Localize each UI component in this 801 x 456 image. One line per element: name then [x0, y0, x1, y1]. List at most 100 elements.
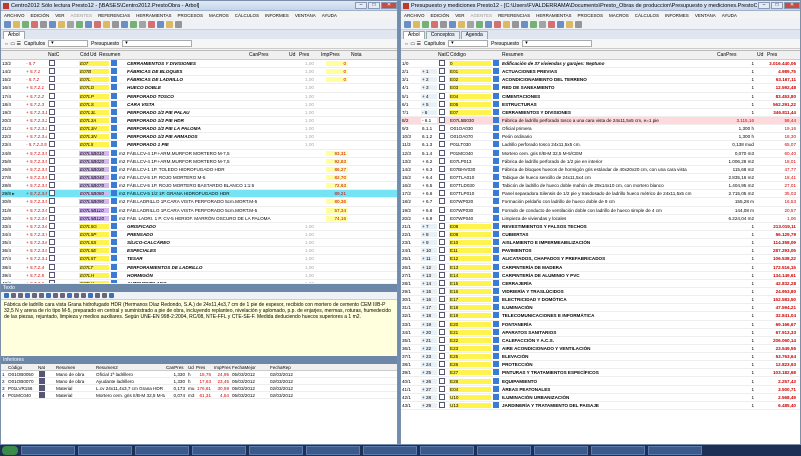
- column-header[interactable]: CanPres: [716, 52, 756, 58]
- toolbar-icon[interactable]: [530, 20, 537, 28]
- concept-summary[interactable]: PAVIMENTOS: [501, 248, 716, 253]
- table-row[interactable]: 10/3 6.1.2 O01OA070 Peón ordinario 1,300 h 18…: [401, 133, 800, 142]
- inferiores-ud[interactable]: h: [187, 372, 195, 377]
- concept-summary[interactable]: PERFORADO 1/2 PIE ARMADOS: [126, 134, 276, 139]
- menu-item[interactable]: HERRAMIENTAS: [133, 13, 174, 18]
- toolbar-icon[interactable]: [130, 20, 137, 28]
- canpres[interactable]: 0,070 m3: [716, 151, 756, 156]
- inferiores-row[interactable]: 4 P01MC040 Material Mortero cem. gris II/B-…: [1, 391, 397, 399]
- left-title-bar[interactable]: Centro2012 Sólo lectura Presto12 - [\BAS…: [1, 1, 397, 11]
- table-row[interactable]: 23/1 + 9 E10 AISLAMIENTO E IMPERMEABILIZACI…: [401, 239, 800, 248]
- canpres[interactable]: 1,00: [276, 224, 316, 229]
- column-header[interactable]: Pres: [766, 52, 798, 58]
- concept-summary[interactable]: AISLAMIENTO E IMPERMEABILIZACIÓN: [501, 240, 716, 245]
- concept-summary[interactable]: ÁREAS PEATONALES: [501, 387, 716, 392]
- canpres[interactable]: 1,00: [276, 142, 316, 147]
- minimize-button[interactable]: –: [758, 2, 770, 9]
- pres-value[interactable]: 134.149,61: [766, 273, 798, 278]
- canpres[interactable]: 1: [716, 297, 756, 302]
- concept-code[interactable]: E02: [449, 77, 491, 83]
- pres-value[interactable]: 2.257,43: [766, 379, 798, 384]
- concept-code[interactable]: U10: [449, 394, 491, 400]
- table-row[interactable]: 8/2 - 6.1 E07L5B030 Fábrica de ladrillo per…: [401, 116, 800, 126]
- column-header[interactable]: Nota: [350, 52, 370, 58]
- pres-value[interactable]: 106.538,22: [766, 256, 798, 261]
- table-row[interactable]: 32/8 + 5.7.2.3.5.9 E07L5B120 m2FÁB. LADRI. …: [1, 214, 397, 223]
- canpres[interactable]: 1,00: [276, 126, 316, 131]
- pres-value[interactable]: 27,01: [766, 183, 798, 188]
- concept-code[interactable]: E07B: [79, 69, 109, 75]
- inferiores-res[interactable]: Material: [55, 393, 95, 398]
- concept-summary[interactable]: PINTURAS Y TRATAMIENTOS ESPECÍFICOS: [501, 370, 716, 375]
- canpres[interactable]: 1: [716, 354, 756, 359]
- canpres[interactable]: 1: [716, 322, 756, 327]
- menu-item[interactable]: AGENTES: [68, 13, 96, 18]
- inferiores-f1[interactable]: 05/03/2012: [231, 386, 269, 391]
- concept-summary[interactable]: ACTUACIONES PREVIAS: [501, 69, 716, 74]
- pres-value[interactable]: 23.549,55: [766, 346, 798, 351]
- toolbar-icon[interactable]: [449, 20, 456, 28]
- concept-summary[interactable]: FÁBRICAS DE BLOQUES: [126, 69, 276, 74]
- menu-item[interactable]: ARCHIVO: [1, 13, 28, 18]
- toolbar-icon[interactable]: [121, 20, 128, 28]
- concept-summary[interactable]: GRISFICADO: [126, 224, 276, 229]
- column-header[interactable]: Ud: [756, 52, 766, 58]
- toolbar-icon[interactable]: [458, 20, 465, 28]
- inferiores-pres[interactable]: 176,81: [195, 386, 213, 391]
- table-row[interactable]: 29/8 ▸ + 5.7.2.3.5.6 E07L5B080 m2FÁB.LCV-5 …: [1, 190, 397, 199]
- table-row[interactable]: 13/2 + 6.2 E07LP013 Fábrica de ladrillo per…: [401, 157, 800, 166]
- concept-code[interactable]: E07L5P: [79, 232, 109, 238]
- canpres[interactable]: 1: [716, 313, 756, 318]
- taskbar-item[interactable]: [363, 446, 417, 455]
- toolbar-icon[interactable]: [512, 20, 519, 28]
- concept-summary[interactable]: Oficial primera: [501, 126, 716, 131]
- capitulos-select[interactable]: ▾: [48, 40, 89, 47]
- toolbar-icon[interactable]: [467, 20, 474, 28]
- pres-value[interactable]: 114.358,09: [766, 240, 798, 245]
- menu-item[interactable]: EDICIÓN: [428, 13, 453, 18]
- inferiores-f1[interactable]: 05/03/2012: [231, 372, 269, 377]
- taskbar-item[interactable]: [21, 446, 75, 455]
- toolbar-icon[interactable]: [148, 20, 155, 28]
- canpres[interactable]: 1,00: [276, 118, 316, 123]
- concept-code[interactable]: E07L5: [79, 142, 109, 148]
- concept-summary[interactable]: REVESTIMIENTOS Y FALSOS TECHOS: [501, 224, 716, 229]
- pres-value[interactable]: 103.182,68: [766, 370, 798, 375]
- inferiores-code[interactable]: O01OB0070: [7, 379, 37, 384]
- concept-summary[interactable]: HUECO DOBLE: [126, 85, 276, 90]
- concept-summary[interactable]: FÁB.LCV-4 1P.+ARM.MURFOR MORTERO M-7,5: [126, 151, 276, 156]
- table-row[interactable]: 7/1 - 6 E07 CERRAMIENTOS Y DIVISIONES 1 346.8…: [401, 108, 800, 117]
- pres-value[interactable]: 57,34: [326, 207, 348, 213]
- concept-summary[interactable]: ILUMINACIÓN URBANIZACIÓN: [501, 395, 716, 400]
- inferiores-res[interactable]: Mano de obra: [55, 379, 95, 384]
- table-row[interactable]: 24/1 + 10 E11 PAVIMENTOS 1 287.293,05: [401, 247, 800, 256]
- pres-value[interactable]: 0: [326, 77, 348, 83]
- canpres[interactable]: 0,138 mud: [716, 142, 756, 147]
- table-row[interactable]: 28/1 + 14 E15 CERRAJERÍA 1 42.832,28: [401, 279, 800, 288]
- text-format-icon[interactable]: [67, 293, 72, 298]
- table-row[interactable]: 23/4 - 5.7.2.3.5 E07L5 PERFORADO 1 PIE 1,00: [1, 141, 397, 150]
- canpres[interactable]: 1: [716, 102, 756, 107]
- concept-code[interactable]: E25: [449, 354, 491, 360]
- table-row[interactable]: 35/4 + 5.7.2.3.8 E07L5S SÍLICO-CALCÁREO 1,00: [1, 239, 397, 248]
- table-row[interactable]: 25/8 + 5.7.2.3.5.2 E07L5B020 m2FÁB.LCV-4 1P…: [1, 157, 397, 166]
- tab-conceptos[interactable]: Conceptos: [425, 31, 460, 39]
- concept-summary[interactable]: ESTRUCTURAS: [501, 102, 716, 107]
- concept-code[interactable]: E07L5B020: [79, 158, 109, 164]
- inferiores-ud[interactable]: mu: [187, 386, 195, 391]
- inferiores-ud[interactable]: m3: [187, 393, 195, 398]
- table-row[interactable]: 29/1 + 15 E16 VIDRIERÍA Y TRASLÚCIDOS 1 24.95…: [401, 288, 800, 297]
- concept-code[interactable]: E07L3N: [79, 134, 109, 140]
- toolbar-icon[interactable]: [476, 20, 483, 28]
- pres-value[interactable]: 82,70: [326, 175, 348, 181]
- table-row[interactable]: 30/8 + 5.7.2.3.5.7 E07L5B090 m2FÁB.LADRILLO…: [1, 198, 397, 207]
- presupuesto-select[interactable]: ▾: [122, 40, 193, 47]
- concept-code[interactable]: E07LP013: [449, 159, 491, 164]
- concept-code[interactable]: P01MC040: [449, 151, 491, 156]
- concept-code[interactable]: E07L5B030: [79, 166, 109, 172]
- inferiores-res2[interactable]: Ayudante ladrillero: [95, 379, 165, 384]
- concept-summary[interactable]: CARPINTERÍA DE MADERA: [501, 265, 716, 270]
- concept-summary[interactable]: FÁB.LCV-5 1/2 1P. GRANA HIDROFUGADO HDR: [126, 191, 276, 196]
- table-row[interactable]: 37/1 + 23 E25 ELEVACIÓN 1 53.763,64: [401, 353, 800, 362]
- toolbar-icon[interactable]: [413, 20, 420, 28]
